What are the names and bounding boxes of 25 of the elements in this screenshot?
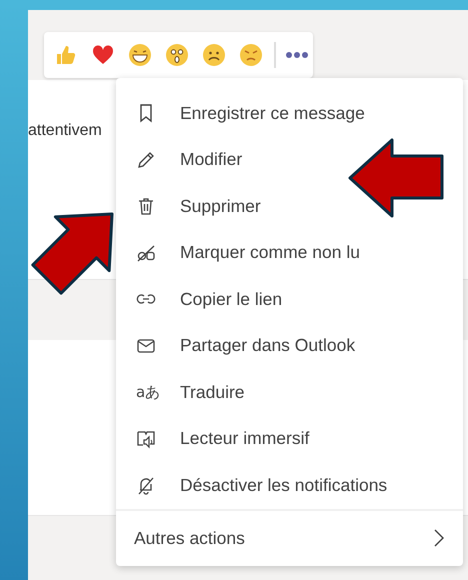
menu-item[interactable]: Partager dans Outlook — [116, 322, 463, 369]
angry-face-icon[interactable] — [239, 43, 263, 67]
thumbs-up-icon[interactable] — [54, 43, 78, 67]
menu-item[interactable]: Lecteur immersif — [116, 416, 463, 462]
chevron-right-icon — [433, 528, 445, 548]
more-options-icon[interactable] — [285, 51, 309, 59]
more-actions-item[interactable]: Autres actions — [116, 510, 463, 566]
unread-icon — [136, 242, 156, 263]
heart-icon[interactable] — [91, 43, 115, 67]
translate-icon: aあ — [136, 382, 160, 402]
bell-off-icon — [136, 475, 156, 496]
laughing-face-icon[interactable] — [128, 43, 152, 67]
menu-item[interactable]: Désactiver les notifications — [116, 462, 463, 508]
menu-item[interactable]: Modifier — [116, 136, 463, 183]
sad-face-icon[interactable] — [202, 43, 226, 67]
menu-item[interactable]: aあ Traduire — [116, 369, 463, 416]
pencil-icon — [136, 150, 156, 170]
menu-item[interactable]: Enregistrer ce message — [116, 90, 463, 136]
menu-item[interactable]: Marquer comme non lu — [116, 230, 463, 276]
message-text: attentivem — [28, 122, 102, 139]
surprised-face-icon[interactable] — [165, 43, 189, 67]
menu-item[interactable]: Supprimer — [116, 183, 463, 230]
trash-icon — [136, 196, 156, 216]
reader-icon — [136, 428, 156, 449]
menu-item[interactable]: Copier le lien — [116, 276, 463, 322]
